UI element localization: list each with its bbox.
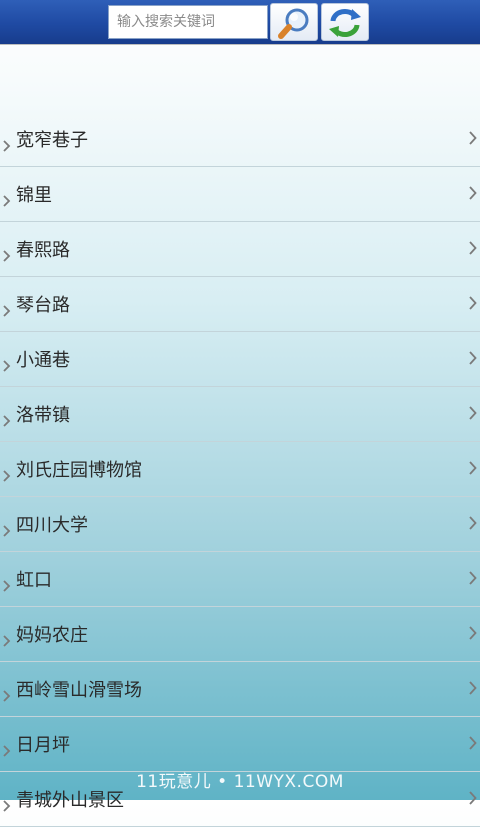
chevron-right-icon — [3, 305, 11, 317]
chevron-right-icon — [469, 351, 477, 365]
list-item-label: 四川大学 — [16, 515, 88, 536]
chevron-right-icon — [469, 791, 477, 805]
list-item[interactable]: 刘氏庄园博物馆 — [0, 442, 480, 497]
chevron-right-icon — [3, 745, 11, 757]
chevron-right-icon — [469, 736, 477, 750]
list-item[interactable]: 小通巷 — [0, 332, 480, 387]
list-item[interactable]: 四川大学 — [0, 497, 480, 552]
list-item[interactable]: 妈妈农庄 — [0, 607, 480, 662]
list-item[interactable]: 虹口 — [0, 552, 480, 607]
list-item[interactable]: 西岭雪山滑雪场 — [0, 662, 480, 717]
list-item-label: 宽窄巷子 — [16, 130, 88, 151]
refresh-button[interactable] — [321, 3, 369, 41]
chevron-right-icon — [3, 690, 11, 702]
chevron-right-icon — [3, 195, 11, 207]
chevron-right-icon — [3, 580, 11, 592]
list-item[interactable]: 宽窄巷子 — [0, 112, 480, 167]
list-item-label: 虹口 — [16, 570, 52, 591]
list-item-label: 锦里 — [16, 185, 52, 206]
chevron-right-icon — [3, 800, 11, 812]
chevron-right-icon — [3, 470, 11, 482]
list-item-label: 洛带镇 — [16, 405, 70, 426]
chevron-right-icon — [3, 250, 11, 262]
chevron-right-icon — [3, 525, 11, 537]
chevron-right-icon — [3, 360, 11, 372]
chevron-right-icon — [3, 415, 11, 427]
chevron-right-icon — [469, 186, 477, 200]
chevron-right-icon — [469, 626, 477, 640]
chevron-right-icon — [469, 296, 477, 310]
list-item[interactable]: 日月坪 — [0, 717, 480, 772]
chevron-right-icon — [469, 516, 477, 530]
chevron-right-icon — [3, 635, 11, 647]
search-button[interactable] — [270, 3, 318, 41]
search-input[interactable] — [108, 5, 268, 39]
chevron-right-icon — [469, 571, 477, 585]
list-item-label: 妈妈农庄 — [16, 625, 88, 646]
chevron-right-icon — [469, 461, 477, 475]
list-item-label: 日月坪 — [16, 735, 70, 756]
magnifier-icon — [278, 8, 309, 39]
list-item[interactable]: 春熙路 — [0, 222, 480, 277]
list-item[interactable]: 洛带镇 — [0, 387, 480, 442]
chevron-right-icon — [3, 140, 11, 152]
list-item-label: 小通巷 — [16, 350, 70, 371]
refresh-icon — [329, 9, 361, 37]
place-list: 宽窄巷子锦里春熙路琴台路小通巷洛带镇刘氏庄园博物馆 四川大学虹口妈妈农庄西岭雪山滑… — [0, 112, 480, 827]
list-item-label: 春熙路 — [16, 240, 70, 261]
chevron-right-icon — [469, 131, 477, 145]
list-item[interactable]: 琴台路 — [0, 277, 480, 332]
list-item-label: 西岭雪山滑雪场 — [16, 680, 142, 701]
list-item-label: 刘氏庄园博物馆 — [16, 460, 142, 481]
list-item[interactable]: 锦里 — [0, 167, 480, 222]
list-item-label: 青城外山景区 — [16, 790, 124, 811]
chevron-right-icon — [469, 241, 477, 255]
top-toolbar — [0, 0, 480, 44]
list-item-label: 琴台路 — [16, 295, 70, 316]
chevron-right-icon — [469, 681, 477, 695]
chevron-right-icon — [469, 406, 477, 420]
